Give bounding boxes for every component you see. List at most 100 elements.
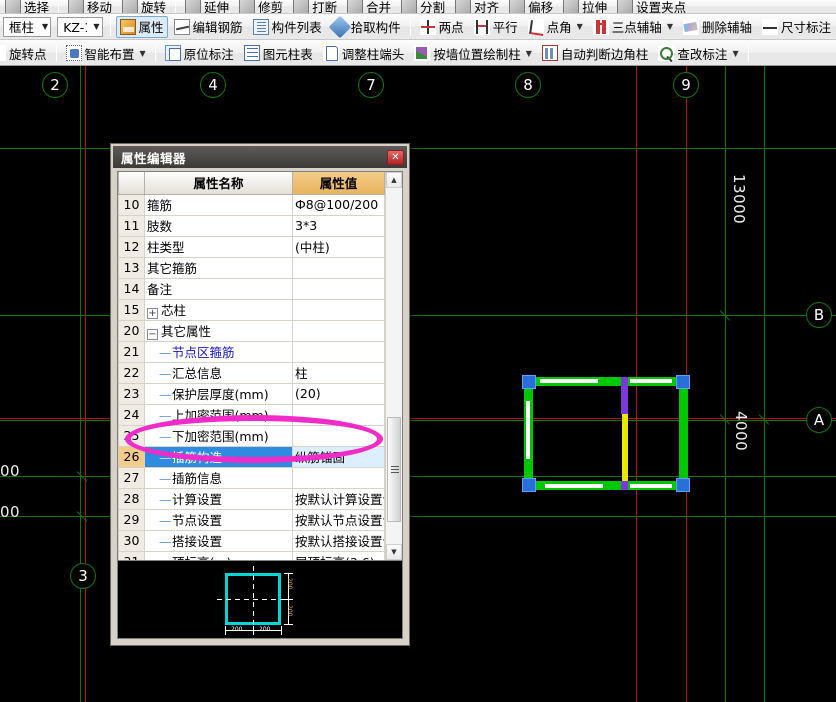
tb-break[interactable]: 打断: [289, 0, 341, 13]
row-name[interactable]: + 芯柱: [144, 298, 293, 321]
element-column-table-button[interactable]: 图元柱表: [240, 42, 317, 64]
collapse-icon[interactable]: −: [147, 329, 158, 340]
row-name[interactable]: —汇总信息: [144, 361, 293, 384]
tb-merge[interactable]: 合并: [343, 0, 395, 13]
three-point-axis-button[interactable]: 三点辅轴 ▼: [589, 16, 677, 38]
row-value[interactable]: [292, 298, 385, 321]
row-name[interactable]: —顶标高(m): [144, 550, 293, 560]
vertical-scrollbar[interactable]: ▲ ▼: [385, 172, 402, 560]
row-value[interactable]: [292, 403, 385, 426]
axis-label-2[interactable]: 2: [42, 72, 68, 98]
parallel-button[interactable]: 平行: [470, 16, 522, 38]
column-top-left[interactable]: [522, 375, 536, 389]
column-bottom-left[interactable]: [522, 478, 536, 492]
chevron-down-icon[interactable]: ▼: [140, 49, 146, 58]
tb-offset[interactable]: 偏移: [505, 0, 557, 13]
axis-label-7[interactable]: 7: [358, 72, 384, 98]
table-row[interactable]: 23 —保护层厚度(mm) (20): [118, 382, 385, 405]
smart-place-button[interactable]: 智能布置 ▼: [62, 42, 150, 64]
row-value[interactable]: 按默认节点设置计算: [292, 508, 385, 531]
scroll-up-button[interactable]: ▲: [386, 172, 402, 188]
check-annotation-button[interactable]: 查改标注 ▼: [654, 42, 742, 64]
row-value[interactable]: 层顶标高(3.6): [292, 550, 385, 560]
table-row[interactable]: 22 —汇总信息柱: [118, 361, 385, 384]
row-name[interactable]: 其它箍筋: [144, 256, 293, 279]
row-value[interactable]: (20): [292, 382, 385, 405]
table-row[interactable]: 29—节点设置按默认节点设置计算: [118, 508, 385, 531]
close-icon[interactable]: ✕: [387, 149, 404, 165]
table-row[interactable]: 31—顶标高(m)层顶标高(3.6): [118, 550, 385, 560]
dimension-button[interactable]: 尺寸标注: [758, 16, 835, 38]
row-value[interactable]: [292, 319, 385, 342]
table-row[interactable]: 15 + 芯柱: [118, 298, 385, 321]
row-value[interactable]: 纵筋锚固: [292, 445, 385, 468]
table-row[interactable]: 12 柱类型 (中柱): [118, 235, 385, 258]
axis-label-A[interactable]: A: [806, 407, 832, 433]
table-row-selected[interactable]: 26 —插筋构造 纵筋锚固: [118, 445, 385, 468]
auto-corner-column-button[interactable]: 自动判断边角柱: [538, 42, 653, 64]
expand-icon[interactable]: +: [147, 308, 158, 319]
axis-label-9[interactable]: 9: [673, 72, 699, 98]
row-value[interactable]: [292, 466, 385, 489]
row-value[interactable]: 按默认计算设置计算: [292, 487, 385, 510]
tb-select[interactable]: 选择: [1, 0, 53, 13]
table-row[interactable]: 14 备注: [118, 277, 385, 300]
component-type-combo[interactable]: 框柱 ▼: [3, 16, 52, 37]
table-row[interactable]: 27 —插筋信息: [118, 466, 385, 489]
row-name[interactable]: —上加密范围(mm): [144, 403, 293, 426]
row-value[interactable]: 柱: [292, 361, 385, 384]
row-name[interactable]: − 其它属性: [144, 319, 293, 342]
property-grid[interactable]: 属性名称 属性值 10 箍筋 Ф8@100/200 11 肢数 3*3 12 柱类型 (中柱…: [118, 172, 385, 560]
row-name[interactable]: 肢数: [144, 214, 293, 237]
adjust-column-head-button[interactable]: 调整柱端头: [319, 42, 409, 64]
row-value[interactable]: [292, 256, 385, 279]
table-row[interactable]: 21 —节点区箍筋: [118, 340, 385, 363]
row-name[interactable]: —下加密范围(mm): [144, 424, 293, 447]
tb-stretch[interactable]: 拉伸: [559, 0, 611, 13]
row-name[interactable]: —保护层厚度(mm): [144, 382, 293, 405]
axis-label-4[interactable]: 4: [200, 72, 226, 98]
table-row[interactable]: 20− 其它属性: [118, 319, 385, 342]
row-name[interactable]: —插筋构造: [144, 445, 293, 468]
attribute-button[interactable]: 属性: [115, 15, 168, 38]
scrollbar-thumb[interactable]: [387, 417, 401, 522]
row-value[interactable]: (中柱): [292, 235, 385, 258]
row-value[interactable]: 按默认搭接设置计算: [292, 529, 385, 552]
row-value[interactable]: [292, 277, 385, 300]
tb-trim[interactable]: 修剪: [235, 0, 287, 13]
row-value[interactable]: 3*3: [292, 214, 385, 237]
row-name[interactable]: —计算设置: [144, 487, 293, 510]
table-row[interactable]: 30—搭接设置按默认搭接设置计算: [118, 529, 385, 552]
axis-label-B[interactable]: B: [806, 302, 832, 328]
delete-axis-button[interactable]: 删除辅轴: [679, 16, 756, 38]
wall-segment-right[interactable]: [679, 377, 688, 490]
axis-label-8[interactable]: 8: [515, 72, 541, 98]
tb-move[interactable]: 移动: [64, 0, 116, 13]
dialog-titlebar[interactable]: 属性编辑器 ✕: [113, 146, 407, 168]
row-name[interactable]: —搭接设置: [144, 529, 293, 552]
column-top-right[interactable]: [676, 375, 690, 389]
two-point-button[interactable]: 两点: [416, 16, 468, 38]
row-value[interactable]: [292, 424, 385, 447]
point-angle-button[interactable]: 点角 ▼: [524, 16, 587, 38]
row-value[interactable]: Ф8@100/200: [292, 193, 385, 216]
draw-column-by-wall-button[interactable]: 按墙位置绘制柱 ▼: [410, 42, 536, 64]
row-name[interactable]: 箍筋: [144, 193, 293, 216]
chevron-down-icon[interactable]: ▼: [732, 49, 738, 58]
table-row[interactable]: 25 —下加密范围(mm): [118, 424, 385, 447]
row-value[interactable]: [292, 340, 385, 363]
axis-label-3[interactable]: 3: [70, 563, 96, 589]
table-row[interactable]: 28—计算设置按默认计算设置计算: [118, 487, 385, 510]
component-name-combo[interactable]: KZ-1~传 ▼: [57, 16, 103, 37]
row-name[interactable]: 柱类型: [144, 235, 293, 258]
table-row[interactable]: 10 箍筋 Ф8@100/200: [118, 193, 385, 216]
table-row[interactable]: 24 —上加密范围(mm): [118, 403, 385, 426]
row-name[interactable]: 备注: [144, 277, 293, 300]
component-list-button[interactable]: 构件列表: [249, 16, 326, 38]
tb-set-grip[interactable]: 设置夹点: [613, 0, 690, 13]
tb-split[interactable]: 分割: [397, 0, 449, 13]
edit-rebar-button[interactable]: 编辑钢筋: [170, 16, 247, 38]
pick-component-button[interactable]: 拾取构件: [328, 15, 405, 38]
row-name[interactable]: —节点区箍筋: [144, 340, 293, 363]
table-row[interactable]: 11 肢数 3*3: [118, 214, 385, 237]
